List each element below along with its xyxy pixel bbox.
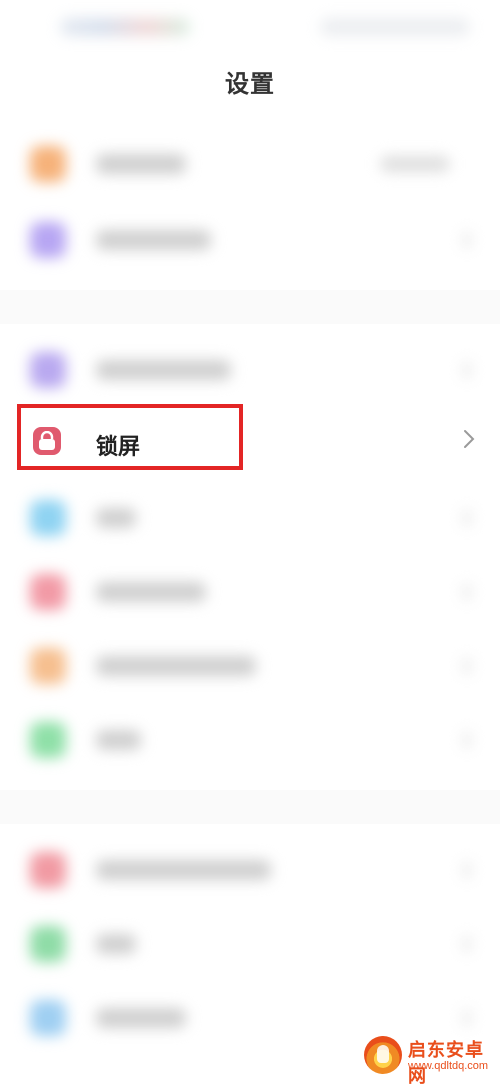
settings-item[interactable]: [0, 908, 500, 980]
settings-item-icon: [30, 222, 66, 258]
settings-item-label: [96, 360, 231, 380]
settings-item-icon: [30, 146, 66, 182]
status-bar-left: [60, 18, 190, 36]
settings-item-icon: [30, 926, 66, 962]
settings-item-label: [96, 860, 271, 880]
settings-item[interactable]: [0, 630, 500, 702]
chevron-right-icon: [462, 936, 472, 952]
settings-item[interactable]: [0, 204, 500, 276]
chevron-right-icon: [462, 1010, 472, 1026]
settings-item-label: [96, 230, 211, 250]
highlight-box: [17, 404, 243, 470]
page-title: 设置: [225, 70, 275, 98]
chevron-right-icon: [462, 732, 472, 748]
chevron-right-icon: [462, 862, 472, 878]
settings-item-icon: [30, 352, 66, 388]
settings-item-icon: [30, 1000, 66, 1036]
section-divider: [0, 290, 500, 324]
settings-item-label: [96, 934, 136, 954]
watermark-logo-icon: [364, 1036, 402, 1074]
status-bar-right: [320, 18, 470, 36]
chevron-right-icon: [462, 584, 472, 600]
settings-item-label: [96, 656, 256, 676]
settings-item-label: [96, 730, 141, 750]
settings-item-icon: [30, 852, 66, 888]
settings-item-label: [96, 508, 136, 528]
watermark: 启东安卓网 www.qdltdq.com: [364, 1032, 494, 1087]
section-divider: [0, 790, 500, 824]
settings-item-label: [96, 154, 186, 174]
settings-item-label: [96, 1008, 186, 1028]
settings-item[interactable]: [0, 834, 500, 906]
settings-item[interactable]: [0, 482, 500, 554]
chevron-right-icon: [462, 232, 472, 248]
settings-item-label: [96, 582, 206, 602]
settings-item[interactable]: [0, 334, 500, 406]
chevron-right-icon: [462, 428, 476, 454]
settings-item[interactable]: [0, 704, 500, 776]
status-bar: [0, 0, 500, 50]
settings-item-icon: [30, 722, 66, 758]
settings-item-icon: [30, 574, 66, 610]
settings-item[interactable]: [0, 128, 500, 200]
settings-item-icon: [30, 500, 66, 536]
settings-item[interactable]: [0, 556, 500, 628]
chevron-right-icon: [462, 362, 472, 378]
chevron-right-icon: [462, 658, 472, 674]
settings-item-value: [380, 156, 450, 172]
watermark-url: www.qdltdq.com: [408, 1060, 489, 1072]
settings-item-icon: [30, 648, 66, 684]
chevron-right-icon: [462, 510, 472, 526]
